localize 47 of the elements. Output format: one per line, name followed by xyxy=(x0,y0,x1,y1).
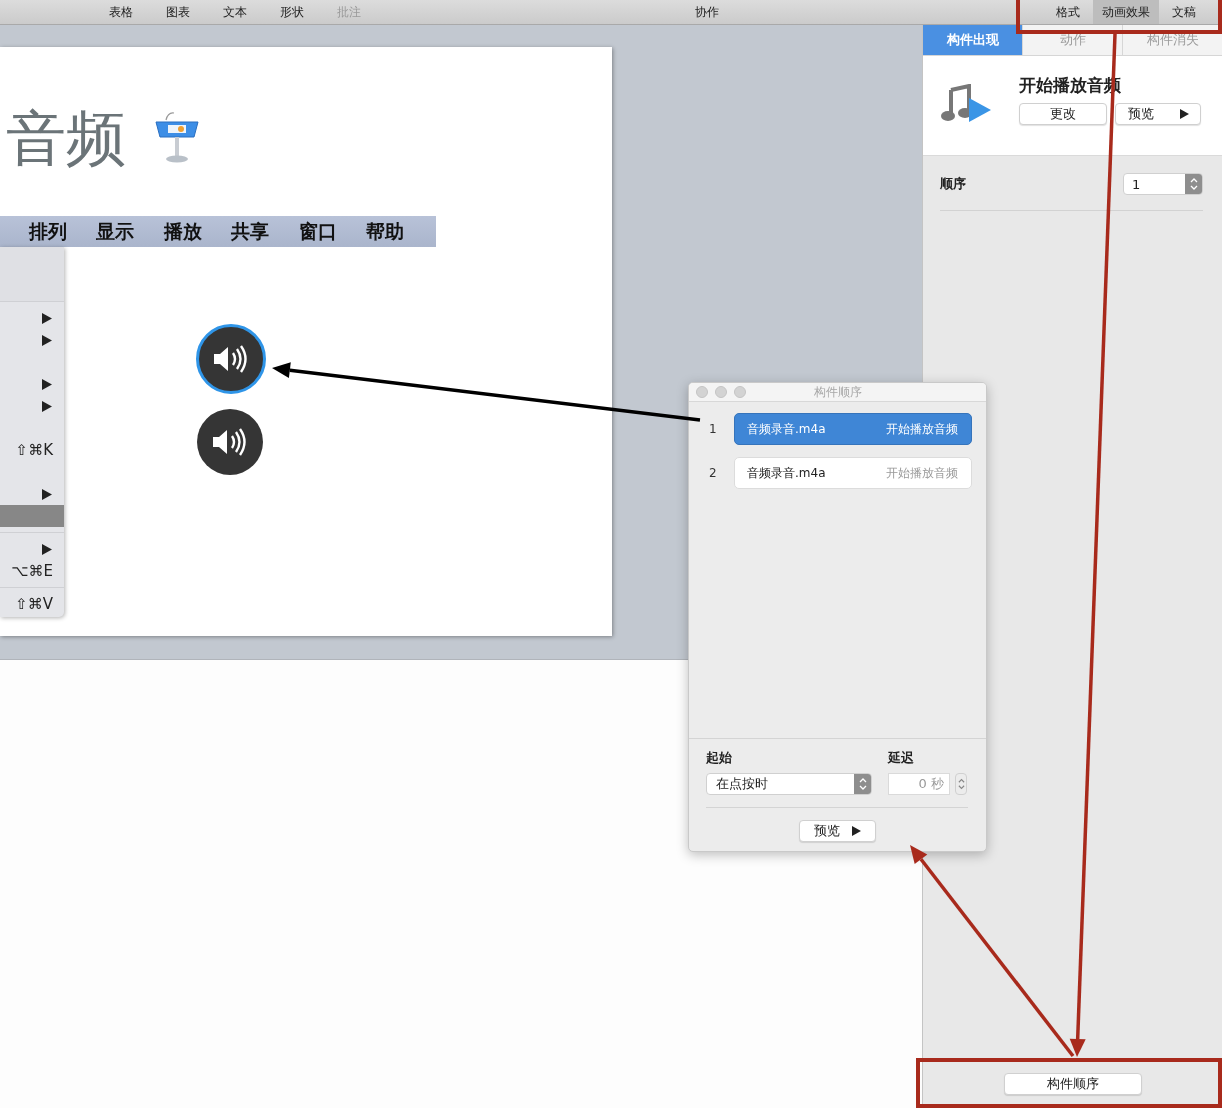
submenu-arrow-icon xyxy=(42,378,52,390)
submenu-arrow-icon xyxy=(42,400,52,412)
toolbar-button[interactable]: 文本 xyxy=(206,3,263,21)
submenu-arrow-icon xyxy=(42,488,52,500)
play-icon xyxy=(851,826,861,836)
change-button[interactable]: 更改 xyxy=(1019,103,1107,125)
menu-bar-item[interactable]: 帮助 xyxy=(351,218,419,245)
speaker-icon xyxy=(212,344,250,374)
menu-bar-item[interactable]: 显示 xyxy=(81,218,149,245)
slide-title: 音频 xyxy=(6,102,126,175)
menu-bar-item[interactable]: 播放 xyxy=(149,218,217,245)
podium-icon xyxy=(152,112,202,164)
start-dropdown[interactable]: 在点按时 xyxy=(706,773,872,795)
build-number: 2 xyxy=(709,466,718,480)
window-title: 构件顺序 xyxy=(813,383,862,401)
build-number: 1 xyxy=(709,422,718,436)
stepper-arrows-icon xyxy=(1189,177,1198,191)
stepper-arrows-icon xyxy=(957,777,965,791)
submenu-arrow-icon xyxy=(42,312,52,324)
submenu-arrow-icon xyxy=(42,543,52,555)
inspector-tab[interactable]: 动画效果 xyxy=(1093,0,1159,24)
menu-item[interactable]: ⇧⌘K xyxy=(0,439,64,461)
start-label: 起始 xyxy=(706,749,732,767)
build-item[interactable]: 音频录音.m4a 开始播放音频 xyxy=(734,457,972,489)
toolbar-button[interactable]: 表格 xyxy=(92,3,149,21)
build-item[interactable]: 音频录音.m4a 开始播放音频 xyxy=(734,413,972,445)
delay-label: 延迟 xyxy=(888,749,915,767)
submenu-arrow-icon xyxy=(42,334,52,346)
delay-stepper[interactable] xyxy=(955,773,967,795)
menu-item[interactable]: ⇧⌘V xyxy=(0,593,64,615)
menu-bar-item[interactable]: 排列 xyxy=(14,218,82,245)
play-icon xyxy=(1179,109,1189,119)
order-label: 顺序 xyxy=(940,175,966,193)
speaker-icon xyxy=(211,427,249,457)
toolbar-button[interactable]: 图表 xyxy=(149,3,206,21)
inspector-tab[interactable]: 格式 xyxy=(1043,0,1093,24)
inspector-tab[interactable]: 文稿 xyxy=(1159,0,1209,24)
toolbar-button[interactable]: 形状 xyxy=(263,3,320,21)
preview-button[interactable]: 预览 xyxy=(798,820,876,842)
menu-item[interactable]: ⌥⌘E xyxy=(0,560,64,582)
build-order-button[interactable]: 构件顺序 xyxy=(1003,1072,1142,1095)
menu-bar-item[interactable]: 共享 xyxy=(216,218,284,245)
order-stepper[interactable]: 1 xyxy=(1123,173,1203,195)
preview-button[interactable]: 预览 xyxy=(1115,103,1201,125)
collaborate-button[interactable]: 协作 xyxy=(677,3,737,21)
stepper-arrows-icon xyxy=(858,777,867,791)
menu-bar-item[interactable]: 窗口 xyxy=(284,218,352,245)
